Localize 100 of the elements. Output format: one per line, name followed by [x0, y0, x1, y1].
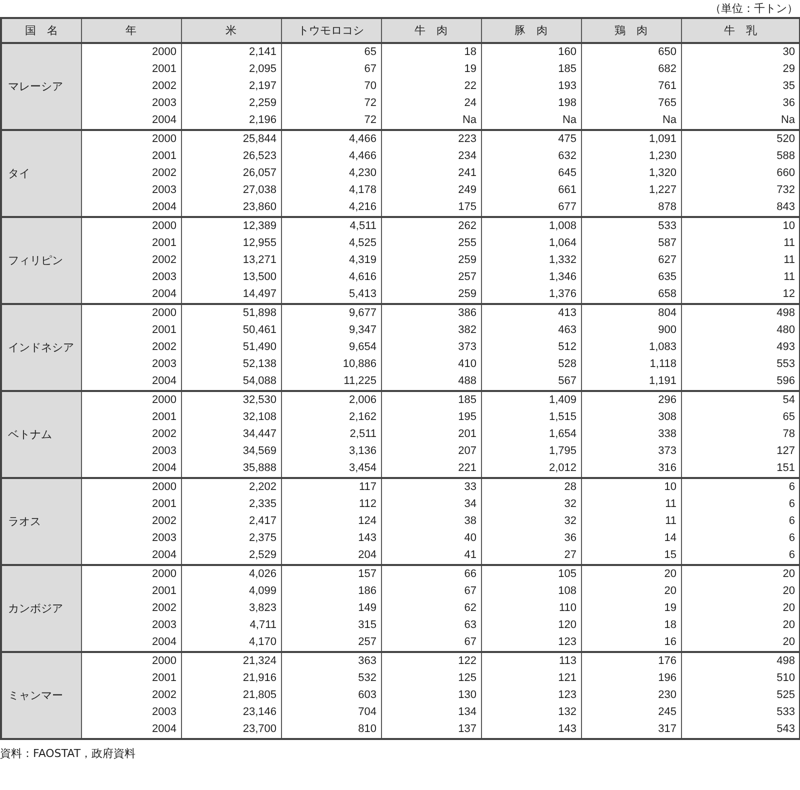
- table-cell: 6: [681, 530, 800, 547]
- column-header: 鶏 肉: [581, 18, 681, 43]
- table-cell: 315: [281, 617, 381, 634]
- table-cell: 193: [481, 78, 581, 95]
- table-cell: 29: [681, 61, 800, 78]
- column-header: 牛 乳: [681, 18, 800, 43]
- table-cell: 63: [381, 617, 481, 634]
- year-cell: 2004: [81, 460, 181, 478]
- table-cell: 4,026: [181, 565, 281, 583]
- table-cell: 463: [481, 322, 581, 339]
- table-cell: 34,447: [181, 426, 281, 443]
- year-cell: 2002: [81, 600, 181, 617]
- table-cell: 10: [581, 478, 681, 496]
- table-cell: 3,454: [281, 460, 381, 478]
- table-cell: 6: [681, 513, 800, 530]
- year-cell: 2003: [81, 530, 181, 547]
- table-cell: 23,700: [181, 721, 281, 739]
- table-cell: 54,088: [181, 373, 281, 391]
- table-cell: 143: [281, 530, 381, 547]
- table-cell: 15: [581, 547, 681, 565]
- table-cell: 23,860: [181, 199, 281, 217]
- table-cell: 660: [681, 165, 800, 182]
- year-cell: 2003: [81, 704, 181, 721]
- table-cell: 732: [681, 182, 800, 199]
- year-cell: 2001: [81, 583, 181, 600]
- table-cell: 54: [681, 391, 800, 409]
- year-cell: 2004: [81, 721, 181, 739]
- table-cell: 62: [381, 600, 481, 617]
- table-cell: 262: [381, 217, 481, 235]
- table-cell: 196: [581, 670, 681, 687]
- table-cell: 20: [681, 583, 800, 600]
- table-cell: 2,335: [181, 496, 281, 513]
- table-cell: 308: [581, 409, 681, 426]
- year-cell: 2004: [81, 373, 181, 391]
- table-cell: 338: [581, 426, 681, 443]
- table-cell: 6: [681, 547, 800, 565]
- table-cell: 4,178: [281, 182, 381, 199]
- table-cell: 19: [581, 600, 681, 617]
- table-cell: 6: [681, 496, 800, 513]
- table-cell: 16: [581, 634, 681, 652]
- table-cell: 18: [381, 43, 481, 61]
- table-cell: 27: [481, 547, 581, 565]
- table-cell: 20: [681, 565, 800, 583]
- table-cell: 567: [481, 373, 581, 391]
- table-cell: 78: [681, 426, 800, 443]
- table-cell: 677: [481, 199, 581, 217]
- year-cell: 2001: [81, 235, 181, 252]
- table-cell: 1,091: [581, 130, 681, 148]
- table-cell: 13,271: [181, 252, 281, 269]
- table-cell: 2,162: [281, 409, 381, 426]
- table-cell: 510: [681, 670, 800, 687]
- country-cell: ミャンマー: [1, 652, 81, 739]
- table-cell: 1,320: [581, 165, 681, 182]
- table-cell: 176: [581, 652, 681, 670]
- table-cell: 20: [581, 565, 681, 583]
- table-cell: 804: [581, 304, 681, 322]
- year-cell: 2003: [81, 182, 181, 199]
- table-cell: 51,490: [181, 339, 281, 356]
- table-cell: 2,012: [481, 460, 581, 478]
- table-cell: 11: [681, 269, 800, 286]
- table-cell: 12,389: [181, 217, 281, 235]
- table-cell: 661: [481, 182, 581, 199]
- table-cell: 1,332: [481, 252, 581, 269]
- table-cell: 26,523: [181, 148, 281, 165]
- table-cell: 259: [381, 286, 481, 304]
- year-cell: 2000: [81, 43, 181, 61]
- table-cell: 4,511: [281, 217, 381, 235]
- year-cell: 2002: [81, 426, 181, 443]
- table-cell: 33: [381, 478, 481, 496]
- table-cell: 2,202: [181, 478, 281, 496]
- table-cell: 36: [681, 95, 800, 112]
- table-cell: 110: [481, 600, 581, 617]
- table-cell: 382: [381, 322, 481, 339]
- table-cell: 127: [681, 443, 800, 460]
- table-cell: 410: [381, 356, 481, 373]
- table-cell: 2,259: [181, 95, 281, 112]
- table-cell: 1,118: [581, 356, 681, 373]
- table-cell: 6: [681, 478, 800, 496]
- table-cell: 704: [281, 704, 381, 721]
- table-cell: Na: [581, 112, 681, 130]
- table-cell: 67: [381, 583, 481, 600]
- year-cell: 2001: [81, 496, 181, 513]
- table-cell: 532: [281, 670, 381, 687]
- table-cell: 1,064: [481, 235, 581, 252]
- table-cell: 234: [381, 148, 481, 165]
- table-cell: 1,230: [581, 148, 681, 165]
- year-cell: 2002: [81, 165, 181, 182]
- table-cell: 67: [281, 61, 381, 78]
- column-header: 豚 肉: [481, 18, 581, 43]
- column-header: 米: [181, 18, 281, 43]
- table-cell: 32,530: [181, 391, 281, 409]
- table-cell: 66: [381, 565, 481, 583]
- year-cell: 2004: [81, 199, 181, 217]
- table-cell: 1,409: [481, 391, 581, 409]
- table-cell: 2,197: [181, 78, 281, 95]
- table-cell: 2,141: [181, 43, 281, 61]
- table-cell: 2,417: [181, 513, 281, 530]
- table-cell: 627: [581, 252, 681, 269]
- table-cell: 259: [381, 252, 481, 269]
- table-cell: 1,654: [481, 426, 581, 443]
